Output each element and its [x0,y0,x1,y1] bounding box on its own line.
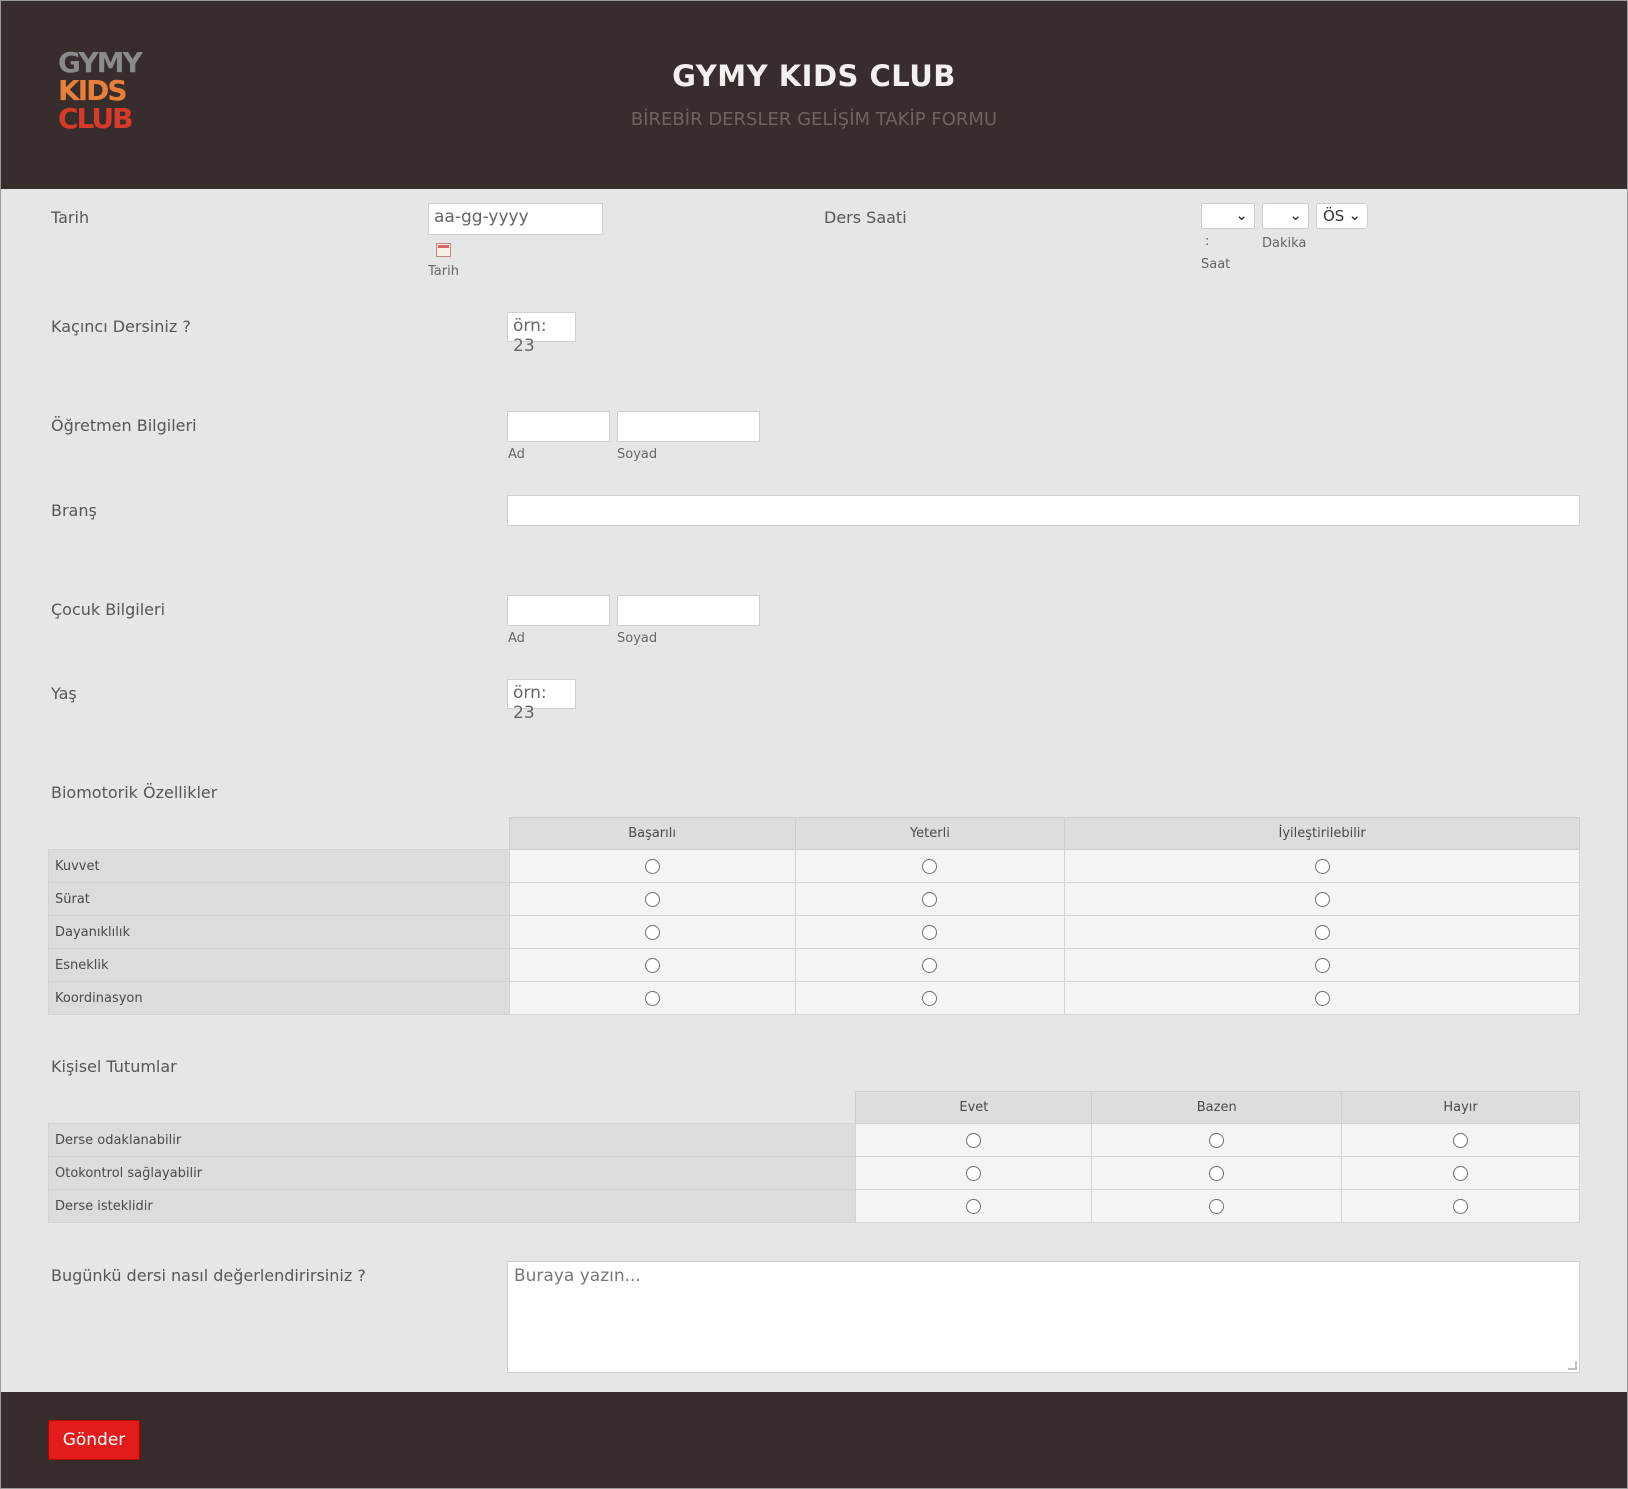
radio-button[interactable] [644,990,660,1006]
resize-grip-icon[interactable] [1568,1361,1577,1370]
child-last-name-input[interactable] [617,595,760,626]
row-label: Kuvvet [48,849,510,883]
lesson-time-label: Ders Saati [824,208,907,227]
date-input[interactable]: aa-gg-yyyy [428,203,603,235]
radio-button[interactable] [922,858,938,874]
column-header: Evet [855,1091,1093,1124]
row-label: Esneklik [48,948,510,982]
radio-button[interactable] [922,957,938,973]
date-sublabel: Tarih [428,264,459,279]
radio-button[interactable] [1209,1165,1225,1181]
form-footer: Gönder [1,1392,1627,1488]
radio-button[interactable] [966,1198,982,1214]
branch-label: Branş [51,501,97,520]
table-row: Derse isteklidir [47,1189,1580,1223]
form-header: GYMY KIDS CLUB GYMY KIDS CLUB BİREBİR DE… [1,1,1627,189]
radio-button[interactable] [1209,1132,1225,1148]
evaluation-placeholder: Buraya yazın... [514,1266,641,1286]
teacher-last-name-input[interactable] [617,411,760,442]
chevron-down-icon: ⌄ [1235,206,1248,224]
child-last-sublabel: Soyad [617,631,658,646]
time-separator: : [1205,234,1210,249]
evaluation-label: Bugünkü dersi nasıl değerlendirirsiniz ? [51,1266,366,1285]
attitudes-label: Kişisel Tutumlar [51,1057,177,1076]
column-header: Bazen [1091,1091,1343,1124]
radio-button[interactable] [644,891,660,907]
evaluation-textarea[interactable]: Buraya yazın... [507,1261,1580,1373]
radio-button[interactable] [1314,957,1330,973]
radio-button[interactable] [966,1165,982,1181]
radio-button[interactable] [644,858,660,874]
radio-button[interactable] [1453,1132,1469,1148]
radio-button[interactable] [922,891,938,907]
form-title: GYMY KIDS CLUB [672,59,956,93]
table-row: Koordinasyon [48,981,1580,1015]
table-row: Dayanıklılık [48,915,1580,949]
radio-button[interactable] [922,990,938,1006]
age-input[interactable]: örn: 23 [507,679,576,723]
table-row: Esneklik [48,948,1580,982]
chevron-down-icon: ⌄ [1289,206,1302,224]
column-header: Hayır [1341,1091,1580,1124]
radio-button[interactable] [644,957,660,973]
row-label: Derse odaklanabilir [47,1123,857,1157]
ampm-select[interactable]: ÖS ⌄ [1316,203,1368,229]
attitudes-matrix: Evet Bazen Hayır Derse odaklanabilir Oto… [47,1091,1580,1223]
radio-button[interactable] [1314,891,1330,907]
row-label: Otokontrol sağlayabilir [47,1156,857,1190]
chevron-down-icon: ⌄ [1348,206,1361,224]
biomotor-matrix: Başarılı Yeterli İyileştirilebilir Kuvve… [48,817,1580,1015]
row-label: Dayanıklılık [48,915,510,949]
row-label: Sürat [48,882,510,916]
radio-button[interactable] [1314,924,1330,940]
table-row: Derse odaklanabilir [47,1123,1580,1157]
hour-select[interactable]: ⌄ [1201,203,1255,229]
radio-button[interactable] [1209,1198,1225,1214]
radio-button[interactable] [966,1132,982,1148]
form-subtitle: BİREBİR DERSLER GELİŞİM TAKİP FORMU [630,109,998,130]
table-row: Kuvvet [48,849,1580,883]
date-label: Tarih [51,208,90,227]
teacher-first-sublabel: Ad [508,447,525,462]
lesson-number-label: Kaçıncı Dersiniz ? [51,317,191,336]
radio-button[interactable] [922,924,938,940]
ampm-value: ÖS [1323,207,1345,225]
calendar-icon[interactable] [436,243,451,257]
row-label: Koordinasyon [48,981,510,1015]
child-label: Çocuk Bilgileri [51,600,166,619]
lesson-number-input[interactable]: örn: 23 [507,312,576,356]
table-row: Sürat [48,882,1580,916]
submit-button[interactable]: Gönder [48,1420,140,1460]
biomotor-label: Biomotorik Özellikler [51,783,218,802]
child-first-name-input[interactable] [507,595,610,626]
row-label: Derse isteklidir [47,1189,857,1223]
teacher-label: Öğretmen Bilgileri [51,416,197,435]
radio-button[interactable] [1453,1198,1469,1214]
radio-button[interactable] [1453,1165,1469,1181]
radio-button[interactable] [644,924,660,940]
radio-button[interactable] [1314,990,1330,1006]
age-label: Yaş [51,684,77,703]
hour-sublabel: Saat [1201,257,1231,272]
minute-sublabel: Dakika [1262,236,1307,251]
table-row: Otokontrol sağlayabilir [47,1156,1580,1190]
column-header: İyileştirilebilir [1064,817,1580,850]
teacher-last-sublabel: Soyad [617,447,658,462]
branch-input[interactable] [507,495,1580,526]
column-header: Yeterli [794,817,1066,850]
column-header: Başarılı [508,817,796,850]
child-first-sublabel: Ad [508,631,525,646]
minute-select[interactable]: ⌄ [1262,203,1309,229]
radio-button[interactable] [1314,858,1330,874]
teacher-first-name-input[interactable] [507,411,610,442]
